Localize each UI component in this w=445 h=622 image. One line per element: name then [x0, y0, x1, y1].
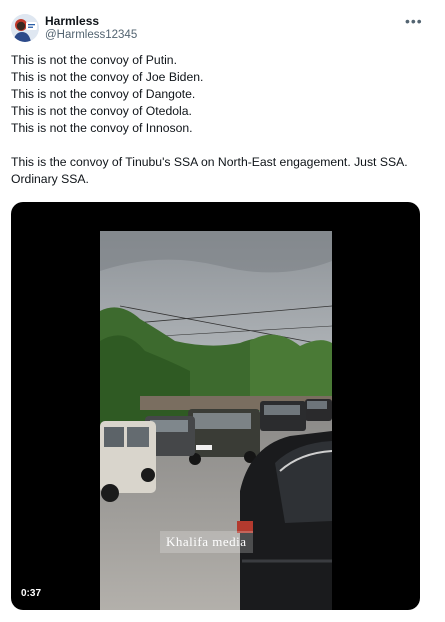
video-frame[interactable]: Khalifa media — [100, 231, 332, 610]
more-horizontal-icon[interactable]: ••• — [405, 13, 423, 29]
tweet-line: This is not the convoy of Putin. — [11, 53, 177, 67]
author-handle[interactable]: @Harmless12345 — [45, 29, 137, 41]
video-watermark: Khalifa media — [160, 531, 253, 553]
tweet-line: This is not the convoy of Otedola. — [11, 104, 192, 118]
tweet-line: This is not the convoy of Innoson. — [11, 121, 193, 135]
tweet-line: This is the convoy of Tinubu's SSA on No… — [11, 155, 408, 169]
tweet-header: Harmless @Harmless12345 ••• — [0, 0, 445, 50]
tweet-line: This is not the convoy of Joe Biden. — [11, 70, 204, 84]
tweet-line: Ordinary SSA. — [11, 172, 89, 186]
avatar[interactable] — [11, 14, 39, 42]
tweet-line: This is not the convoy of Dangote. — [11, 87, 196, 101]
video-player[interactable]: Khalifa media 0:37 — [11, 202, 420, 610]
tweet-text: This is not the convoy of Putin. This is… — [11, 52, 431, 188]
author-name[interactable]: Harmless — [45, 14, 99, 28]
convoy-scene-image — [100, 231, 332, 610]
video-duration: 0:37 — [21, 588, 42, 599]
